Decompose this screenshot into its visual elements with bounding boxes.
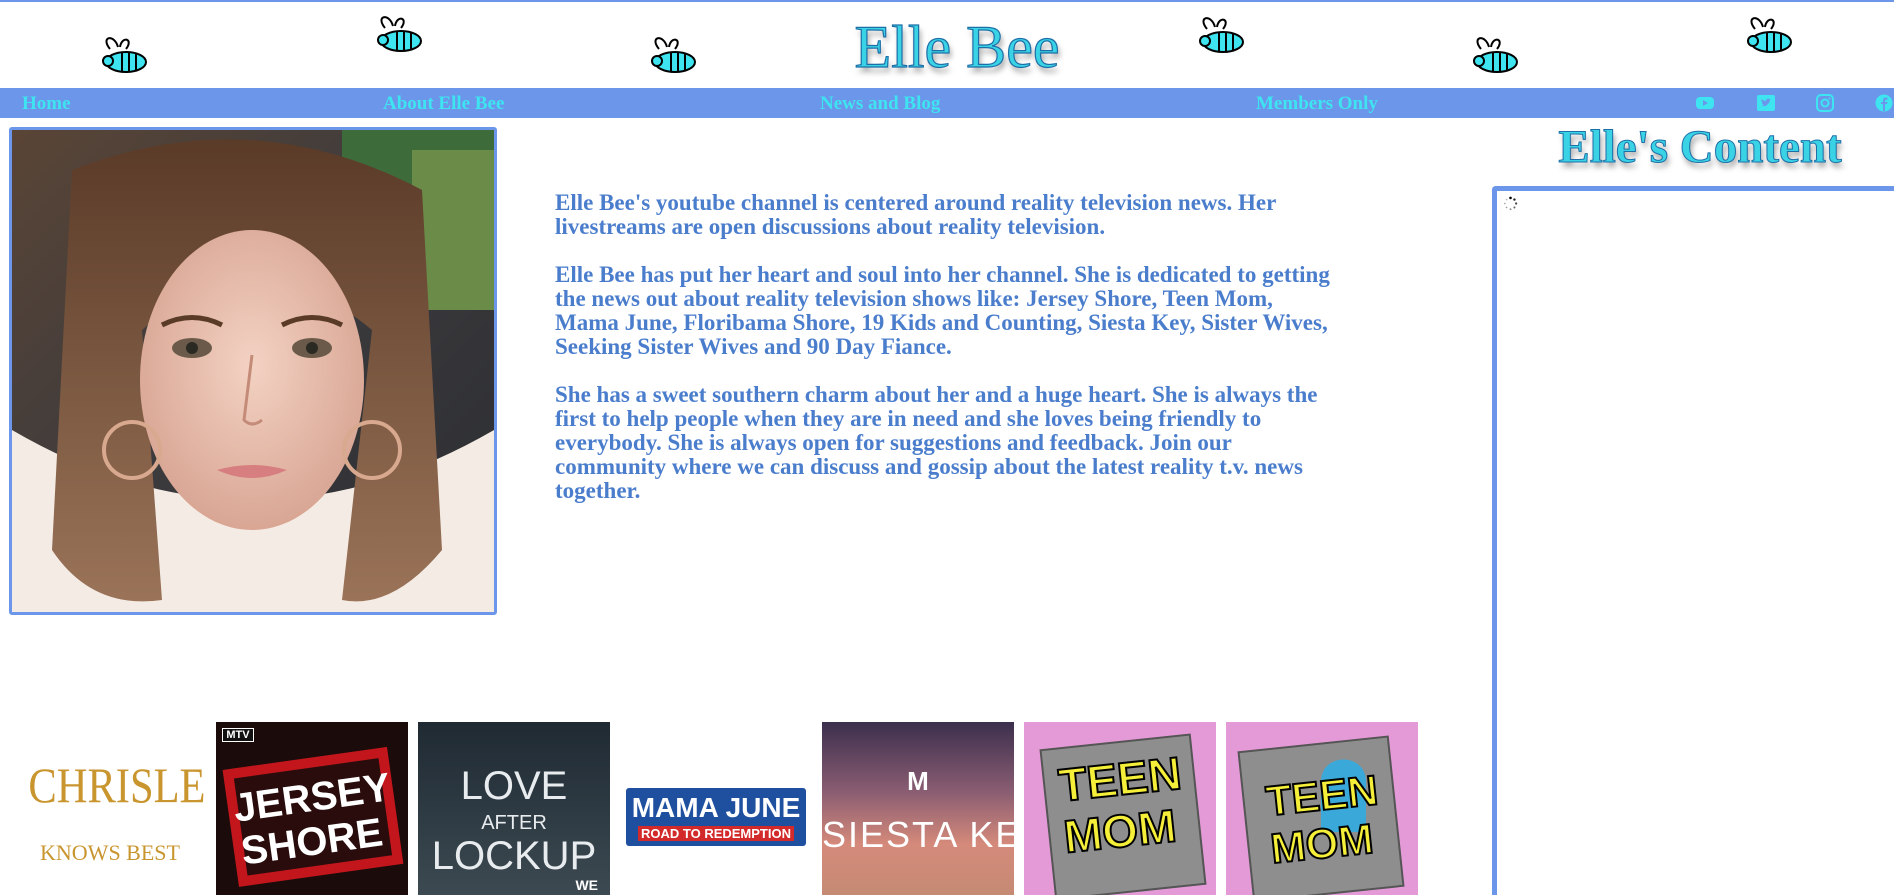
bio-paragraph: Elle Bee has put her heart and soul into… — [555, 262, 1330, 359]
main-nav: Home About Elle Bee News and Blog Member… — [0, 88, 1894, 118]
nav-about-link[interactable]: About Elle Bee — [383, 93, 504, 115]
show-title: LOVE — [460, 764, 568, 808]
show-title: SIESTA KEY — [822, 814, 1014, 855]
youtube-icon[interactable] — [1695, 94, 1715, 112]
bio-text: Elle Bee's youtube channel is centered a… — [555, 191, 1330, 527]
facebook-icon[interactable] — [1874, 94, 1894, 112]
network-badge: MTV — [222, 728, 254, 742]
show-title: MAMA JUNE — [631, 792, 801, 823]
show-subtitle: AFTER — [481, 812, 547, 834]
loading-spinner-icon — [1504, 196, 1518, 211]
show-jersey-shore[interactable]: MTV JERSEY SHORE — [216, 722, 408, 895]
show-chrisley-knows-best[interactable]: CHRISLEY KNOWS BEST — [14, 722, 206, 895]
network-badge: M — [907, 766, 929, 796]
show-mama-june[interactable]: MAMA JUNE ROAD TO REDEMPTION — [620, 722, 812, 895]
bio-paragraph: Elle Bee's youtube channel is centered a… — [555, 190, 1276, 239]
nav-members-link[interactable]: Members Only — [1256, 93, 1378, 115]
portrait-illustration — [12, 130, 494, 612]
site-header: Elle Bee — [0, 2, 1894, 88]
elle-bee-portrait — [9, 127, 497, 615]
nav-news-blog-link[interactable]: News and Blog — [820, 93, 940, 115]
content-section-title: Elle's Content — [1558, 121, 1842, 174]
show-subtitle: ROAD TO REDEMPTION — [638, 826, 794, 841]
content-embed-frame[interactable] — [1492, 186, 1894, 895]
network-badge: WE — [575, 877, 598, 893]
site-title: Elle Bee — [854, 13, 1060, 80]
twitter-icon[interactable] — [1756, 94, 1776, 112]
instagram-icon[interactable] — [1815, 94, 1835, 112]
nav-home-link[interactable]: Home — [22, 93, 71, 115]
show-teen-mom-2[interactable]: TEEN MOM — [1226, 722, 1418, 895]
show-siesta-key[interactable]: M SIESTA KEY — [822, 722, 1014, 895]
show-subtitle: LOCKUP — [431, 834, 597, 878]
show-subtitle: KNOWS BEST — [40, 840, 180, 865]
show-title: CHRISLEY — [28, 757, 206, 813]
show-teen-mom[interactable]: TEEN MOM — [1024, 722, 1216, 895]
show-love-after-lockup[interactable]: LOVE AFTER LOCKUP WE — [418, 722, 610, 895]
bio-paragraph: She has a sweet southern charm about her… — [555, 382, 1318, 503]
